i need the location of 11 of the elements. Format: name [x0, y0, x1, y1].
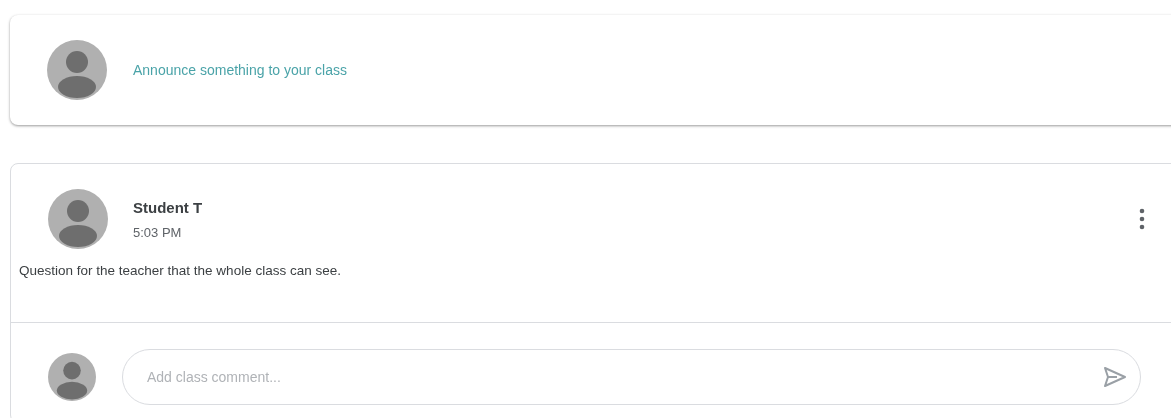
- comment-field[interactable]: Add class comment...: [122, 349, 1141, 405]
- announce-prompt: Announce something to your class: [133, 62, 347, 78]
- avatar-icon: [47, 40, 107, 100]
- more-options-icon[interactable]: [1139, 208, 1145, 230]
- announce-card[interactable]: Announce something to your class: [10, 15, 1171, 125]
- author-name: Student T: [133, 198, 204, 216]
- send-icon[interactable]: [1103, 366, 1127, 388]
- avatar-icon: [48, 189, 108, 249]
- post-time: 5:03 PM: [133, 224, 183, 240]
- post-body: Question for the teacher that the whole class can see.: [19, 263, 342, 278]
- avatar-icon: [48, 353, 96, 401]
